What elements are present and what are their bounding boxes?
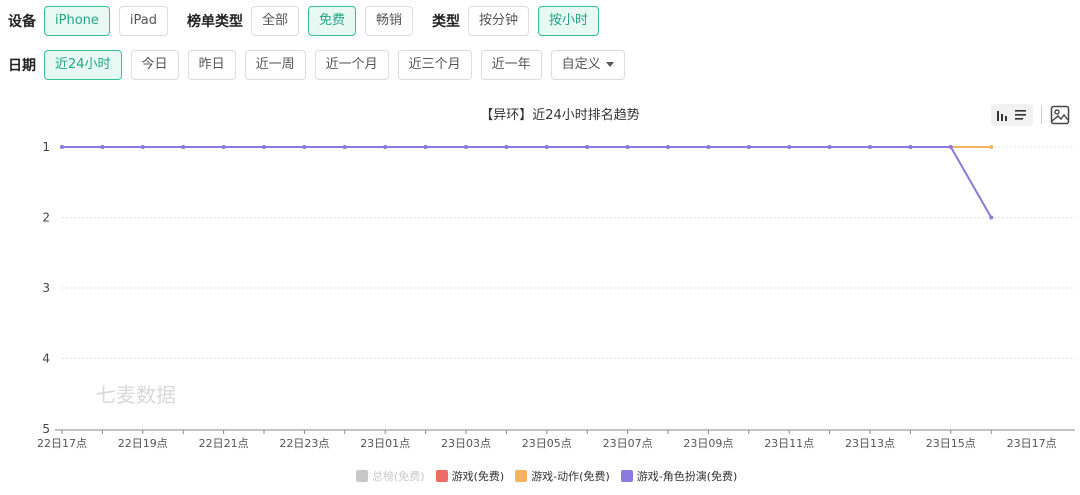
y-tick-label: 3 <box>42 281 50 295</box>
x-tick-label: 23日11点 <box>764 437 814 450</box>
chart-type-label: 榜单类型 <box>186 14 243 30</box>
x-tick-label: 22日23点 <box>279 437 329 450</box>
x-tick-label: 22日21点 <box>199 437 249 450</box>
series-point <box>544 145 549 149</box>
legend-label: 总榜(免费) <box>372 470 425 483</box>
y-tick-label: 1 <box>42 140 50 154</box>
date-option-today[interactable]: 今日 <box>130 50 179 80</box>
series-point <box>100 145 105 149</box>
x-tick-label: 23日15点 <box>926 437 976 450</box>
rank-trend-chart: 1 2 3 4 522日17点 22日19点 22日21点 22日23点 23日01点 23日03… <box>37 140 1075 450</box>
date-option-week[interactable]: 近一周 <box>244 50 306 80</box>
device-label: 设备 <box>8 14 36 30</box>
chevron-down-icon <box>605 62 614 67</box>
series-point <box>706 145 711 149</box>
device-option-iphone[interactable]: iPhone <box>44 6 110 36</box>
date-option-yesterday[interactable]: 昨日 <box>187 50 236 80</box>
x-tick-label: 23日13点 <box>845 437 895 450</box>
series-point <box>827 145 832 149</box>
chart-type-option-all[interactable]: 全部 <box>250 6 299 36</box>
y-tick-label: 2 <box>42 211 50 225</box>
granularity-option-minute[interactable]: 按分钟 <box>468 6 530 36</box>
series-point <box>504 145 509 149</box>
series-point <box>342 145 347 149</box>
date-option-month[interactable]: 近一个月 <box>314 50 389 80</box>
watermark: 七麦数据 <box>96 383 176 407</box>
device-option-ipad[interactable]: iPad <box>118 6 168 36</box>
series-point <box>464 145 468 149</box>
legend-item-games-action-free[interactable]: 游戏-动作(免费) <box>515 468 610 484</box>
series-point <box>948 145 953 149</box>
legend-label: 游戏-动作(免费) <box>531 470 610 483</box>
granularity-label: 类型 <box>432 14 461 30</box>
series-point <box>221 145 226 149</box>
y-tick-label: 5 <box>42 422 50 436</box>
date-label: 日期 <box>8 58 36 74</box>
series-point <box>383 145 388 149</box>
chart-type-option-grossing[interactable]: 畅销 <box>365 6 414 36</box>
series-point <box>746 145 751 149</box>
x-tick-label: 23日05点 <box>522 437 572 450</box>
series-point <box>787 145 792 149</box>
series-point <box>302 145 307 149</box>
series-point <box>423 145 428 149</box>
granularity-option-hour[interactable]: 按小时 <box>538 6 600 36</box>
filter-row-date: 日期 近24小时 今日 昨日 近一周 近一个月 近三个月 近一年 自定义 <box>8 50 634 80</box>
x-tick-label: 22日19点 <box>118 437 168 450</box>
series-point <box>140 145 145 149</box>
filter-row-device: 设备 iPhone iPad 榜单类型 全部 免费 畅销 类型 按分钟 按小时 <box>8 6 608 36</box>
legend-item-games-rpg-free[interactable]: 游戏-角色扮演(免费) <box>620 468 738 484</box>
series-point <box>181 145 186 149</box>
series-point <box>908 145 913 149</box>
legend-item-games-free[interactable]: 游戏(免费) <box>435 468 505 484</box>
legend-swatch <box>356 470 368 482</box>
chart-legend: 总榜(免费) 游戏(免费) 游戏-动作(免费) 游戏-角色扮演(免费) <box>356 468 748 484</box>
legend-swatch <box>620 470 633 482</box>
series-point <box>868 145 872 149</box>
legend-item-overall-free[interactable]: 总榜(免费) <box>356 468 425 484</box>
series-point <box>989 215 994 220</box>
series-line-3 <box>62 146 993 218</box>
legend-label: 游戏(免费) <box>451 470 505 483</box>
legend-swatch <box>435 470 448 482</box>
date-custom-dropdown[interactable]: 自定义 <box>550 50 625 80</box>
series-point <box>60 145 64 149</box>
series-point <box>989 145 994 149</box>
x-tick-label: 23日07点 <box>603 437 653 450</box>
series-point <box>262 145 266 149</box>
chart-type-option-free[interactable]: 免费 <box>308 6 357 36</box>
x-tick-label: 23日01点 <box>360 437 410 450</box>
legend-swatch <box>515 470 528 482</box>
date-option-year[interactable]: 近一年 <box>480 50 542 80</box>
series-point <box>585 145 590 149</box>
legend-label: 游戏-角色扮演(免费) <box>636 470 738 483</box>
x-tick-label: 23日03点 <box>441 437 491 450</box>
x-tick-label: 23日17点 <box>1007 437 1057 450</box>
date-option-3months[interactable]: 近三个月 <box>397 50 472 80</box>
x-tick-label: 22日17点 <box>37 437 87 450</box>
date-custom-label: 自定义 <box>561 57 601 72</box>
x-tick-label: 23日09点 <box>683 437 733 450</box>
date-option-24h[interactable]: 近24小时 <box>44 50 122 80</box>
y-tick-label: 4 <box>42 352 50 366</box>
series-point <box>625 145 630 149</box>
series-point <box>666 145 670 149</box>
